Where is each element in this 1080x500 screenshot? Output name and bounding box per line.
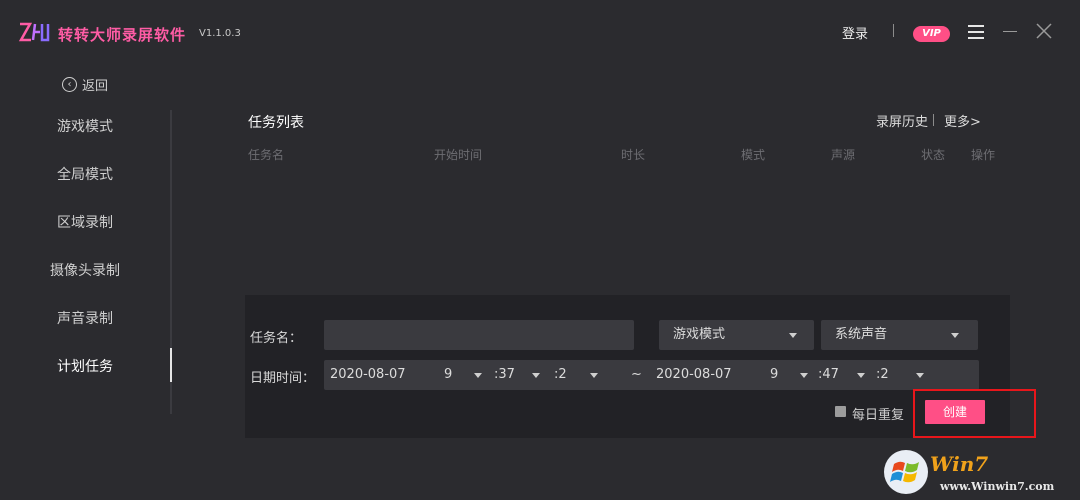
audio-source-select-value: 系统声音 [835, 327, 888, 342]
chevron-down-icon[interactable] [857, 373, 865, 378]
sidebar-item-region-record[interactable]: 区域录制 [0, 212, 170, 232]
header-divider [893, 24, 894, 37]
sidebar-item-audio-record[interactable]: 声音录制 [0, 308, 170, 328]
column-header-duration: 时长 [621, 148, 646, 162]
mode-select-value: 游戏模式 [673, 327, 726, 342]
page-title: 任务列表 [248, 115, 304, 131]
sidebar-item-scheduled-task[interactable]: 计划任务 [0, 356, 170, 376]
end-hour-select[interactable]: 9 [770, 367, 778, 382]
chevron-down-icon[interactable] [916, 373, 924, 378]
minimize-icon[interactable] [1003, 31, 1017, 32]
chevron-down-icon[interactable] [474, 373, 482, 378]
start-second-select[interactable]: :2 [554, 367, 567, 382]
history-divider [933, 114, 934, 126]
chevron-down-icon [951, 333, 959, 338]
task-name-label: 任务名： [250, 331, 303, 346]
login-button[interactable]: 登录 [842, 23, 868, 42]
chevron-down-icon[interactable] [800, 373, 808, 378]
close-icon[interactable] [1035, 22, 1053, 40]
sidebar-active-indicator [170, 348, 172, 382]
mode-select[interactable]: 游戏模式 [659, 320, 814, 350]
back-arrow-icon: ‹ [62, 77, 77, 92]
column-header-start-time: 开始时间 [434, 148, 483, 162]
column-header-action: 操作 [971, 148, 996, 162]
sidebar-item-game-mode[interactable]: 游戏模式 [0, 116, 170, 136]
audio-source-select[interactable]: 系统声音 [821, 320, 978, 350]
sidebar-item-global-mode[interactable]: 全局模式 [0, 164, 170, 184]
app-logo-icon [18, 22, 50, 42]
end-second-select[interactable]: :2 [876, 367, 889, 382]
daily-repeat-checkbox[interactable] [835, 406, 846, 417]
range-separator: ~ [631, 367, 642, 382]
start-date-field[interactable]: 2020-08-07 [330, 367, 406, 382]
sidebar-item-camera-record[interactable]: 摄像头录制 [0, 260, 170, 280]
task-name-input[interactable] [324, 320, 634, 350]
daily-repeat-label[interactable]: 每日重复 [852, 404, 904, 423]
column-header-status: 状态 [921, 148, 946, 162]
datetime-range-field: 2020-08-07 9 :37 :2 ~ 2020-08-07 9 :47 :… [324, 360, 979, 390]
app-version: V1.1.0.3 [199, 28, 241, 39]
start-minute-select[interactable]: :37 [494, 367, 515, 382]
app-title: 转转大师录屏软件 [58, 26, 187, 44]
back-label: 返回 [82, 79, 109, 94]
vip-badge[interactable]: VIP [913, 26, 950, 42]
watermark-url: www.Winwin7.com [940, 480, 1055, 493]
column-header-task-name: 任务名 [248, 148, 285, 162]
more-link[interactable]: 更多> [944, 111, 981, 130]
end-minute-select[interactable]: :47 [818, 367, 839, 382]
end-date-field[interactable]: 2020-08-07 [656, 367, 732, 382]
chevron-down-icon [789, 333, 797, 338]
datetime-label: 日期时间： [250, 371, 316, 386]
watermark-brand: Win7 [930, 452, 989, 476]
record-history-link[interactable]: 录屏历史 [876, 111, 928, 130]
hamburger-icon[interactable] [968, 25, 984, 39]
chevron-down-icon[interactable] [532, 373, 540, 378]
windows-logo-icon [884, 450, 928, 494]
chevron-down-icon[interactable] [590, 373, 598, 378]
start-hour-select[interactable]: 9 [444, 367, 452, 382]
column-header-mode: 模式 [741, 148, 766, 162]
highlight-box [913, 389, 1036, 438]
back-button[interactable]: ‹ 返回 [62, 75, 108, 94]
column-header-audio-source: 声源 [831, 148, 856, 162]
